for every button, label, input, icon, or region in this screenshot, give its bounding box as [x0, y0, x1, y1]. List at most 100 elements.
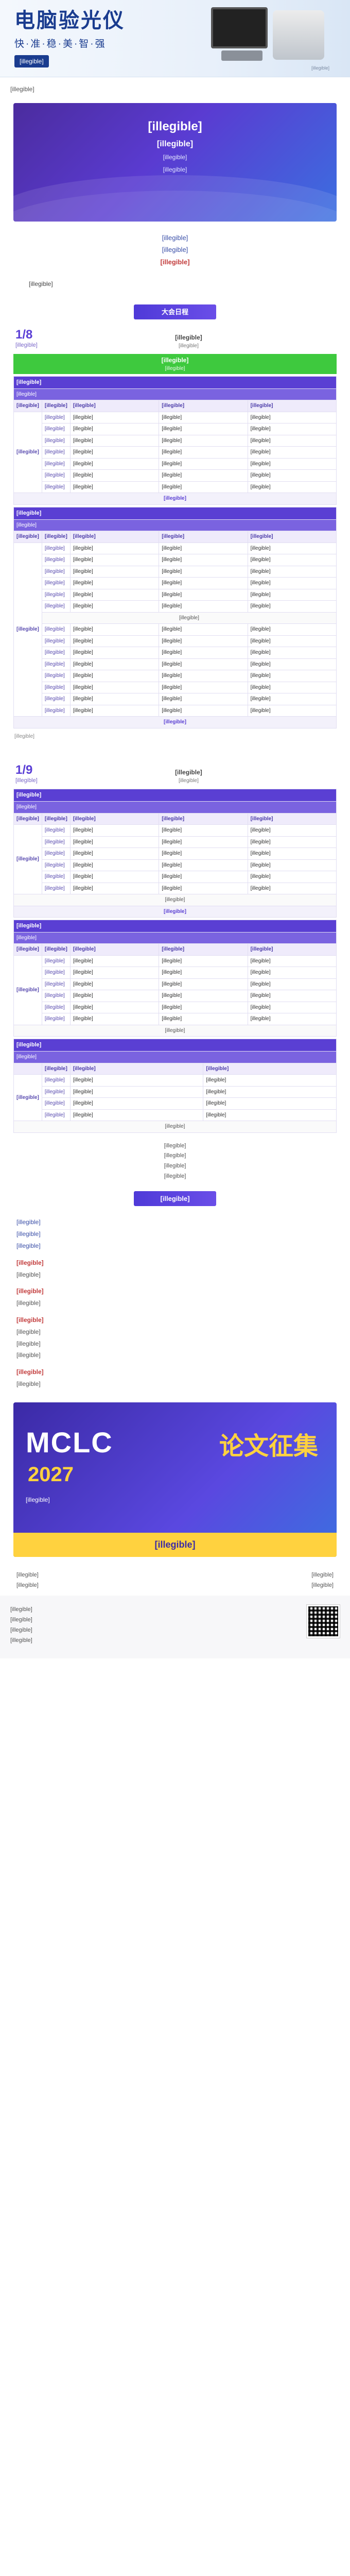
- ad-title: 电脑验光仪: [14, 9, 125, 32]
- row-affiliation: [illegible]: [247, 423, 337, 435]
- table-row: [illegible] [illegible] [illegible] [ill…: [14, 469, 337, 482]
- poster-title: 论文征集: [219, 1432, 318, 1460]
- sign-left: [illegible] [illegible]: [13, 1565, 42, 1596]
- table-row: [illegible] [illegible] [illegible] [ill…: [14, 693, 337, 705]
- venue-name-en: [illegible]: [178, 343, 199, 349]
- ad-banner[interactable]: 电脑验光仪 快·准·稳·美·智·强 [illegible] [illegible…: [0, 0, 350, 77]
- row-topic: [illegible]: [69, 600, 160, 613]
- row-affiliation: [illegible]: [247, 1013, 337, 1025]
- col-topic: [illegible]: [69, 531, 160, 543]
- row-speaker: [illegible]: [159, 446, 248, 459]
- row-topic: [illegible]: [69, 1001, 160, 1014]
- row-time: [illegible]: [41, 469, 71, 482]
- row-speaker: [illegible]: [159, 859, 248, 871]
- row-affiliation: [illegible]: [247, 481, 337, 494]
- deadline-value: [illegible]: [16, 1270, 41, 1278]
- table-row: [illegible] [illegible] [illegible] [ill…: [14, 978, 337, 991]
- notice-line: [illegible]: [10, 86, 34, 93]
- venue-name: [illegible]: [175, 769, 202, 776]
- table-row: [illegible] [illegible] [illegible] [ill…: [14, 434, 337, 447]
- row-affiliation: [illegible]: [247, 446, 337, 459]
- table-row: [illegible] [illegible] [illegible] [ill…: [14, 565, 337, 578]
- row-speaker: [illegible]: [159, 434, 248, 447]
- table-row: [illegible] [illegible] [illegible] [ill…: [14, 600, 337, 613]
- row-speaker: [illegible]: [159, 882, 248, 894]
- row-topic: [illegible]: [69, 1074, 204, 1087]
- row-affiliation: [illegible]: [247, 967, 337, 979]
- row-time: [illegible]: [41, 600, 71, 613]
- table-row: [illegible] [illegible] [illegible] [ill…: [13, 542, 337, 717]
- row-topic: [illegible]: [69, 588, 160, 601]
- row-time: [illegible]: [41, 1086, 71, 1098]
- row-speaker: [illegible]: [203, 1086, 337, 1098]
- article-page: 电脑验光仪 快·准·稳·美·智·强 [illegible] [illegible…: [0, 0, 350, 1658]
- agenda-table: [illegible] [illegible] [illegible] [ill…: [13, 506, 337, 728]
- row-affiliation: [illegible]: [247, 635, 337, 648]
- row-topic: [illegible]: [69, 871, 160, 883]
- row-speaker: [illegible]: [159, 469, 248, 482]
- row-time: [illegible]: [41, 859, 71, 871]
- col-topic: [illegible]: [69, 943, 160, 956]
- row-speaker: [illegible]: [159, 423, 248, 435]
- conference-hero: [illegible] [illegible] [illegible] [ill…: [13, 103, 337, 222]
- row-affiliation: [illegible]: [247, 658, 337, 671]
- row-time: [illegible]: [41, 1109, 71, 1122]
- period-label: [illegible]: [13, 411, 42, 494]
- row-affiliation: [illegible]: [247, 836, 337, 848]
- site-link[interactable]: [illegible]: [16, 1378, 334, 1390]
- contact-person: [illegible]: [16, 1328, 41, 1335]
- venue-name: [illegible]: [175, 333, 202, 341]
- row-time: [illegible]: [41, 565, 71, 578]
- info-line: [illegible]: [16, 1242, 41, 1249]
- call-for-papers-poster[interactable]: MCLC 2027 论文征集 [illegible] [illegible]: [13, 1402, 337, 1557]
- row-speaker: [illegible]: [159, 481, 248, 494]
- day-date: 1/8: [15, 328, 33, 342]
- period-label: [illegible]: [13, 824, 42, 894]
- row-time: [illegible]: [41, 978, 71, 991]
- venue-name-en: [illegible]: [178, 778, 199, 784]
- row-affiliation: [illegible]: [247, 882, 337, 894]
- sign-line: [illegible]: [311, 1582, 334, 1588]
- site-label: [illegible]: [16, 1368, 44, 1376]
- table-row: [illegible] [illegible] [illegible]: [14, 1097, 337, 1110]
- footer-line: [illegible]: [10, 1637, 32, 1643]
- row-speaker: [illegible]: [203, 1109, 337, 1122]
- break-row: [illegible]: [41, 612, 337, 624]
- row-affiliation: [illegible]: [247, 693, 337, 705]
- row-speaker: [illegible]: [159, 836, 248, 848]
- table-row: [illegible] [illegible] [illegible] [ill…: [14, 704, 337, 717]
- footer-line: [illegible]: [10, 1617, 32, 1623]
- row-topic: [illegible]: [69, 1109, 204, 1122]
- intro-line-highlight: [illegible]: [160, 258, 190, 266]
- poster-deadline: [illegible]: [13, 1532, 337, 1557]
- contact-email[interactable]: [illegible]: [16, 1349, 334, 1361]
- row-speaker: [illegible]: [159, 1001, 248, 1014]
- table-row: [illegible] [illegible] [illegible] [ill…: [14, 1001, 337, 1014]
- row-time: [illegible]: [41, 681, 71, 694]
- col-speaker: [illegible]: [159, 812, 248, 825]
- agenda-table: [illegible] [illegible] [illegible] [ill…: [13, 920, 337, 1037]
- sign-left-line: [illegible]: [16, 1582, 39, 1588]
- row-time: [illegible]: [41, 554, 71, 566]
- table-row: [illegible] [illegible] [illegible] [ill…: [14, 588, 337, 601]
- ad-tag: [illegible]: [311, 65, 329, 71]
- row-time: [illegible]: [41, 434, 71, 447]
- contact-phone[interactable]: [illegible]: [16, 1338, 334, 1350]
- period-label: [illegible]: [13, 1074, 42, 1122]
- col-affiliation: [illegible]: [247, 531, 337, 543]
- row-topic: [illegible]: [69, 481, 160, 494]
- row-time: [illegible]: [41, 693, 71, 705]
- row-speaker: [illegible]: [159, 693, 248, 705]
- row-topic: [illegible]: [69, 882, 160, 894]
- table-row: [illegible] [illegible] [illegible] [ill…: [14, 623, 337, 636]
- qrcode-image: [306, 1604, 340, 1639]
- day-weekday: [illegible]: [15, 777, 38, 784]
- row-speaker: [illegible]: [159, 647, 248, 659]
- intro-line: [illegible]: [162, 246, 188, 254]
- summary-item: [illegible]: [164, 1163, 186, 1170]
- row-time: [illegible]: [41, 423, 71, 435]
- row-affiliation: [illegible]: [247, 704, 337, 717]
- row-time: [illegible]: [41, 670, 71, 682]
- table-title: [illegible]: [13, 506, 337, 520]
- opening-label: [illegible]: [161, 356, 189, 364]
